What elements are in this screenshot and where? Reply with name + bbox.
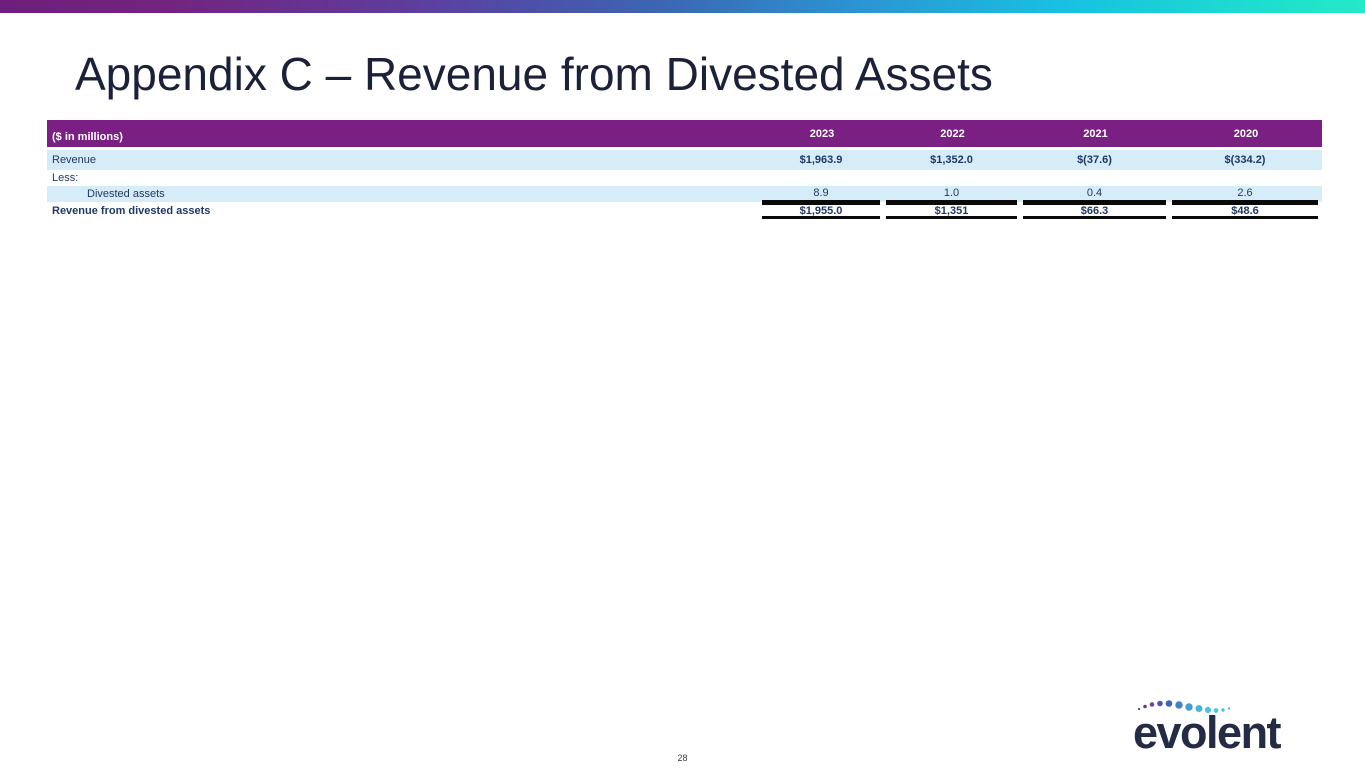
- table-header-row: ($ in millions) 2023 2022 2021 2020: [47, 120, 1322, 147]
- table-cell: $(37.6): [1023, 150, 1166, 170]
- table-cell: $66.3: [1023, 202, 1166, 219]
- page-title: Appendix C – Revenue from Divested Asset…: [75, 50, 993, 98]
- table-cell: $1,955.0: [762, 202, 880, 219]
- presentation-slide: Appendix C – Revenue from Divested Asset…: [0, 0, 1365, 768]
- table-cell: $1,351: [886, 202, 1017, 219]
- table-row-less: Less:: [47, 170, 1322, 186]
- row-label: Revenue from divested assets: [47, 202, 760, 219]
- table-cell: [1023, 170, 1166, 186]
- year-header-2021: 2021: [1021, 120, 1170, 147]
- page-number: 28: [0, 753, 1365, 763]
- table-row-divested-assets: Divested assets 8.9 1.0 0.4 2.6: [47, 186, 1322, 202]
- table-cell: [1172, 170, 1318, 186]
- evolent-logo: evolent: [1133, 688, 1308, 750]
- row-label: Revenue: [47, 150, 760, 170]
- year-header-2023: 2023: [760, 120, 884, 147]
- table-cell: 2.6: [1172, 186, 1318, 202]
- table-unit-label: ($ in millions): [47, 120, 760, 147]
- table-cell: $48.6: [1172, 202, 1318, 219]
- table-cell: 0.4: [1023, 186, 1166, 202]
- table-cell: $1,963.9: [762, 150, 880, 170]
- year-header-2022: 2022: [884, 120, 1021, 147]
- row-label: Divested assets: [47, 186, 760, 202]
- table-cell: [886, 170, 1017, 186]
- table-cell: $1,352.0: [886, 150, 1017, 170]
- year-header-2020: 2020: [1170, 120, 1322, 147]
- top-gradient-bar: [0, 0, 1365, 13]
- table-cell: $(334.2): [1172, 150, 1318, 170]
- table-cell: 1.0: [886, 186, 1017, 202]
- table-row-revenue-from-divested-assets: Revenue from divested assets $1,955.0 $1…: [47, 202, 1322, 219]
- table-cell: [762, 170, 880, 186]
- logo-wordmark: evolent: [1133, 710, 1280, 755]
- table-cell: 8.9: [762, 186, 880, 202]
- row-label: Less:: [47, 170, 760, 186]
- revenue-table: ($ in millions) 2023 2022 2021 2020 Reve…: [47, 120, 1322, 219]
- table-row-revenue: Revenue $1,963.9 $1,352.0 $(37.6) $(334.…: [47, 150, 1322, 170]
